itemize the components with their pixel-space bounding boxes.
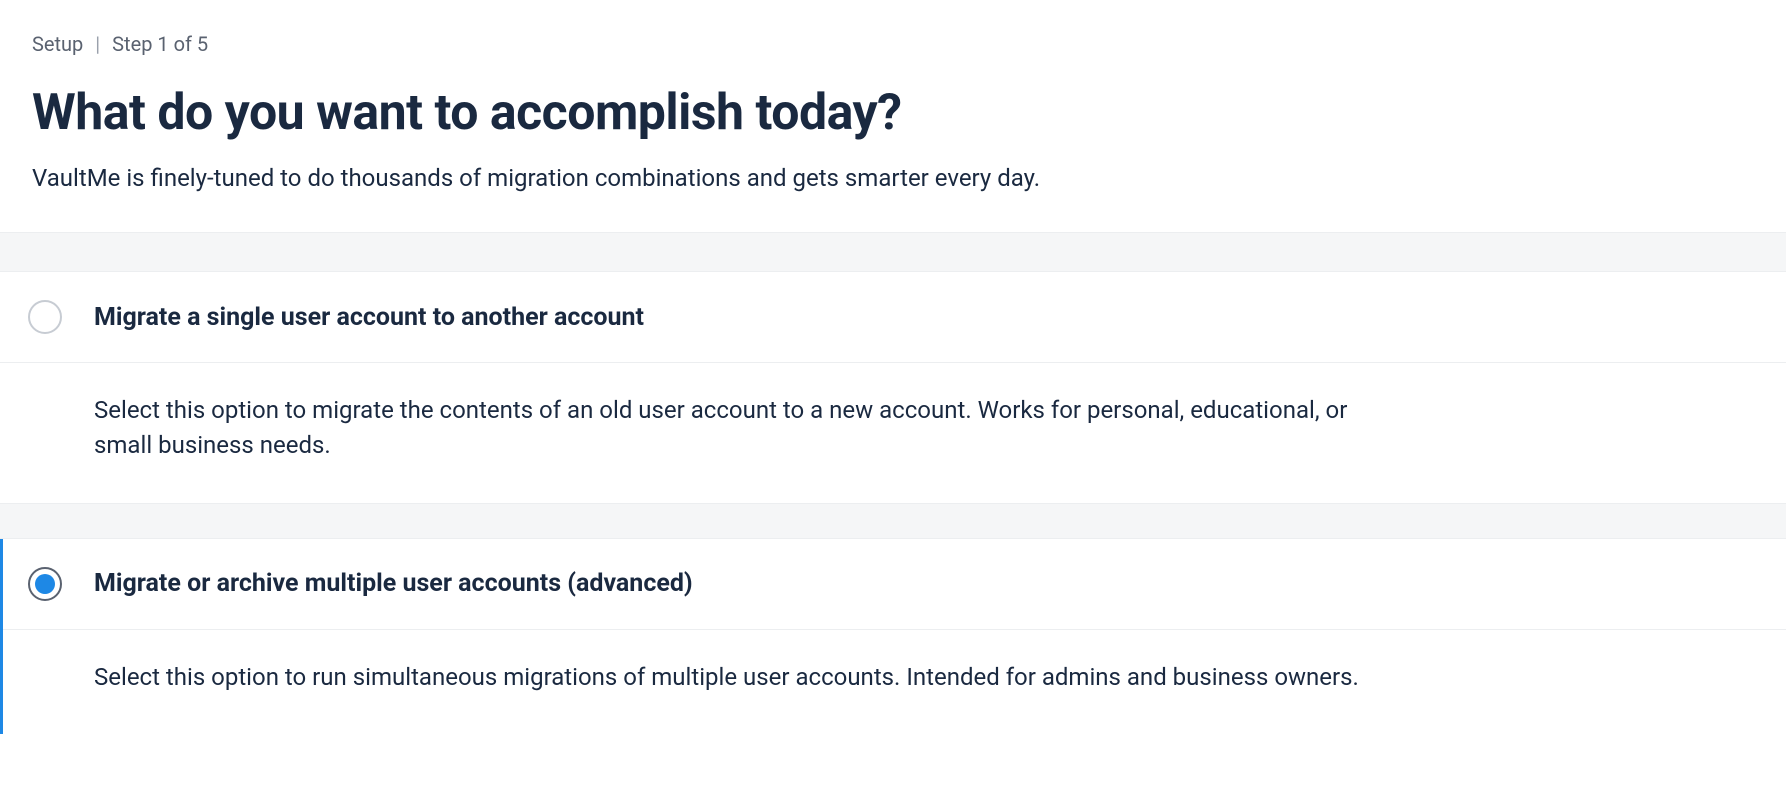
radio-selected-icon[interactable]	[28, 567, 62, 601]
page-title: What do you want to accomplish today?	[32, 84, 1754, 142]
breadcrumb-step: Step 1 of 5	[112, 32, 208, 56]
radio-unselected-icon[interactable]	[28, 300, 62, 334]
breadcrumb-section: Setup	[32, 32, 83, 56]
option-group: Migrate a single user account to another…	[0, 272, 1786, 734]
option-single-user-description: Select this option to migrate the conten…	[0, 363, 1480, 503]
radio-dot-icon	[35, 574, 55, 594]
option-single-user: Migrate a single user account to another…	[0, 272, 1786, 503]
option-multiple-users: Migrate or archive multiple user account…	[0, 539, 1786, 735]
breadcrumb-separator: |	[95, 32, 100, 56]
option-multiple-users-label: Migrate or archive multiple user account…	[94, 569, 693, 598]
option-multiple-users-description: Select this option to run simultaneous m…	[3, 630, 1483, 735]
page-header: Setup | Step 1 of 5 What do you want to …	[0, 0, 1786, 232]
option-multiple-users-row[interactable]: Migrate or archive multiple user account…	[3, 539, 1786, 630]
page-subtitle: VaultMe is finely-tuned to do thousands …	[32, 164, 1754, 192]
divider-band	[0, 503, 1786, 539]
option-single-user-row[interactable]: Migrate a single user account to another…	[0, 272, 1786, 363]
option-single-user-label: Migrate a single user account to another…	[94, 303, 644, 332]
divider-band	[0, 232, 1786, 272]
breadcrumb: Setup | Step 1 of 5	[32, 32, 1754, 56]
